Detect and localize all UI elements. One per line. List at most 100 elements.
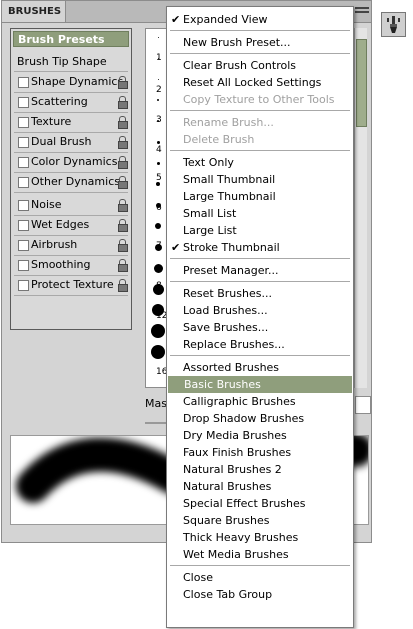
- menu-item-label: Text Only: [183, 156, 234, 169]
- setting-item[interactable]: Smoothing: [11, 255, 131, 275]
- setting-item[interactable]: Scattering: [11, 92, 131, 112]
- lock-icon[interactable]: [118, 176, 128, 189]
- menu-item[interactable]: Thick Heavy Brushes: [167, 529, 353, 546]
- menu-item[interactable]: Small List: [167, 205, 353, 222]
- setting-label: Noise: [31, 198, 62, 211]
- checkbox[interactable]: [18, 200, 29, 211]
- lock-icon[interactable]: [118, 136, 128, 149]
- brush-presets-item[interactable]: Brush Presets: [13, 31, 129, 47]
- lock-icon[interactable]: [118, 259, 128, 272]
- menu-item[interactable]: Preset Manager...: [167, 262, 353, 279]
- menu-item-label: Thick Heavy Brushes: [183, 531, 299, 544]
- menu-item[interactable]: New Brush Preset...: [167, 34, 353, 51]
- setting-item[interactable]: Noise: [11, 195, 131, 215]
- menu-item[interactable]: Wet Media Brushes: [167, 546, 353, 563]
- brush-dot[interactable]: [153, 263, 163, 273]
- setting-label: Other Dynamics: [31, 175, 120, 188]
- brush-dot[interactable]: [156, 140, 160, 144]
- checkbox[interactable]: [18, 280, 29, 291]
- menu-item-label: Wet Media Brushes: [183, 548, 289, 561]
- checkbox[interactable]: [18, 220, 29, 231]
- setting-item[interactable]: Color Dynamics: [11, 152, 131, 172]
- menu-item-label: Assorted Brushes: [183, 361, 280, 374]
- menu-item[interactable]: ✔ Expanded View: [167, 11, 353, 28]
- menu-item[interactable]: Replace Brushes...: [167, 336, 353, 353]
- menu-item[interactable]: Close Tab Group: [167, 586, 353, 603]
- brush-dot[interactable]: [157, 99, 159, 101]
- lock-icon[interactable]: [118, 279, 128, 292]
- menu-item[interactable]: Dry Media Brushes: [167, 427, 353, 444]
- lock-icon[interactable]: [118, 76, 128, 89]
- menu-item[interactable]: Load Brushes...: [167, 302, 353, 319]
- list-divider: [14, 275, 128, 276]
- setting-item[interactable]: Other Dynamics: [11, 172, 131, 192]
- lock-icon[interactable]: [118, 219, 128, 232]
- lock-icon[interactable]: [118, 199, 128, 212]
- dock-brushes-icon[interactable]: [381, 12, 406, 37]
- scrollbar-thumb[interactable]: [356, 39, 367, 127]
- brush-dot[interactable]: [155, 223, 161, 229]
- brush-size-label: 6: [156, 203, 162, 213]
- brush-dot[interactable]: [151, 345, 165, 359]
- setting-item[interactable]: Texture: [11, 112, 131, 132]
- setting-item[interactable]: Protect Texture: [11, 275, 131, 295]
- checkbox[interactable]: [18, 117, 29, 128]
- checkbox[interactable]: [18, 77, 29, 88]
- menu-item[interactable]: Save Brushes...: [167, 319, 353, 336]
- menu-item-label: Delete Brush: [183, 133, 255, 146]
- brush-size-label: 8: [156, 281, 162, 291]
- checkbox[interactable]: [18, 177, 29, 188]
- setting-item[interactable]: Shape Dynamics: [11, 72, 131, 92]
- menu-item-label: Preset Manager...: [183, 264, 279, 277]
- checkbox[interactable]: [18, 157, 29, 168]
- menu-separator: [170, 565, 350, 566]
- setting-item[interactable]: Airbrush: [11, 235, 131, 255]
- brush-dot[interactable]: [157, 78, 159, 80]
- list-divider: [14, 92, 128, 93]
- menu-item[interactable]: Large Thumbnail: [167, 188, 353, 205]
- lock-icon[interactable]: [118, 96, 128, 109]
- menu-item[interactable]: Reset Brushes...: [167, 285, 353, 302]
- setting-item[interactable]: Dual Brush: [11, 132, 131, 152]
- lock-icon[interactable]: [118, 116, 128, 129]
- menu-item[interactable]: Drop Shadow Brushes: [167, 410, 353, 427]
- checkbox[interactable]: [18, 260, 29, 271]
- brush-dot[interactable]: [156, 161, 160, 165]
- menu-item[interactable]: Reset All Locked Settings: [167, 74, 353, 91]
- brush-dot[interactable]: [151, 324, 165, 338]
- menu-item[interactable]: Close: [167, 569, 353, 586]
- menu-item[interactable]: Large List: [167, 222, 353, 239]
- menu-item-label: Natural Brushes 2: [183, 463, 282, 476]
- menu-separator: [170, 110, 350, 111]
- menu-item[interactable]: Assorted Brushes: [167, 359, 353, 376]
- menu-item[interactable]: Natural Brushes 2: [167, 461, 353, 478]
- setting-label: Wet Edges: [31, 218, 90, 231]
- menu-item[interactable]: Natural Brushes: [167, 478, 353, 495]
- menu-item[interactable]: Basic Brushes: [168, 376, 352, 393]
- lock-icon[interactable]: [118, 239, 128, 252]
- master-diameter-field[interactable]: [355, 396, 371, 414]
- menu-item[interactable]: Clear Brush Controls: [167, 57, 353, 74]
- menu-item[interactable]: Calligraphic Brushes: [167, 393, 353, 410]
- panel-menu-icon[interactable]: [355, 5, 369, 17]
- brush-tip-shape-item[interactable]: Brush Tip Shape: [11, 52, 131, 72]
- menu-item[interactable]: Text Only: [167, 154, 353, 171]
- menu-item-label: Save Brushes...: [183, 321, 269, 334]
- brush-dot[interactable]: [157, 36, 159, 38]
- tab-brushes[interactable]: BRUSHES: [2, 1, 66, 22]
- setting-item[interactable]: Wet Edges: [11, 215, 131, 235]
- menu-item-label: Load Brushes...: [183, 304, 268, 317]
- menu-item-label: Basic Brushes: [184, 378, 261, 391]
- menu-item[interactable]: Small Thumbnail: [167, 171, 353, 188]
- menu-item[interactable]: Square Brushes: [167, 512, 353, 529]
- menu-item[interactable]: Faux Finish Brushes: [167, 444, 353, 461]
- menu-item: Rename Brush...: [167, 114, 353, 131]
- checkbox[interactable]: [18, 137, 29, 148]
- menu-item-label: Small Thumbnail: [183, 173, 276, 186]
- setting-label: Texture: [31, 115, 72, 128]
- menu-item[interactable]: ✔ Stroke Thumbnail: [167, 239, 353, 256]
- checkbox[interactable]: [18, 240, 29, 251]
- lock-icon[interactable]: [118, 156, 128, 169]
- checkbox[interactable]: [18, 97, 29, 108]
- menu-item[interactable]: Special Effect Brushes: [167, 495, 353, 512]
